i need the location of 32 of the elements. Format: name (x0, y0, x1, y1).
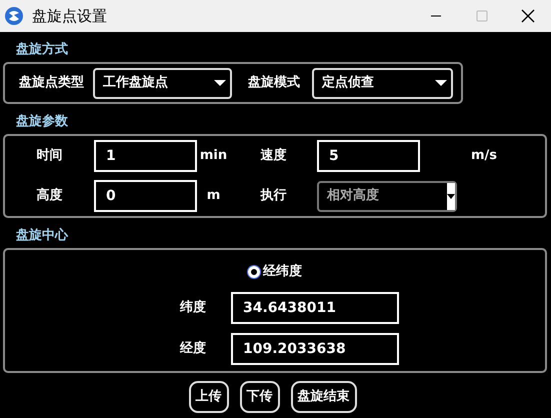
input-field[interactable]: 5 (317, 140, 420, 172)
group-heading: 盘旋中心 (15, 226, 70, 245)
unit-label: min (198, 147, 228, 166)
caret-icon (214, 80, 226, 86)
field-label: 纬度 (178, 298, 207, 317)
radio-button[interactable]: 经纬度 (230, 262, 320, 282)
field-label: 执行 (259, 187, 288, 206)
field-label: 盘旋模式 (248, 74, 300, 92)
input-field[interactable]: 0 (94, 180, 197, 212)
maximize-icon (476, 10, 488, 22)
unit-label: m/s (470, 147, 498, 166)
group-heading: 盘旋方式 (15, 40, 69, 59)
group-heading: 盘旋参数 (15, 113, 69, 131)
action-button[interactable]: 盘旋结束 (290, 381, 356, 413)
unit-label: m (206, 187, 222, 206)
field-label: 时间 (36, 147, 64, 166)
input-field[interactable]: 34.6438011 (231, 292, 399, 324)
action-button[interactable]: 下传 (240, 381, 280, 413)
app-logo-icon (4, 6, 24, 26)
field-label: 速度 (260, 146, 288, 166)
close-icon (521, 9, 535, 23)
dropdown[interactable]: 工作盘旋点 (93, 68, 232, 98)
input-field[interactable]: 1 (94, 140, 197, 172)
caret-icon (447, 194, 455, 198)
dropdown[interactable]: 定点侦查 (312, 68, 453, 98)
action-button[interactable]: 上传 (188, 381, 228, 413)
window-title: 盘旋点设置 (32, 6, 107, 27)
input-field[interactable]: 109.2033638 (231, 332, 399, 364)
field-label: 高度 (36, 186, 64, 206)
field-label: 经度 (178, 340, 207, 358)
caret-icon (435, 80, 447, 86)
field-label: 盘旋点类型 (19, 74, 84, 92)
